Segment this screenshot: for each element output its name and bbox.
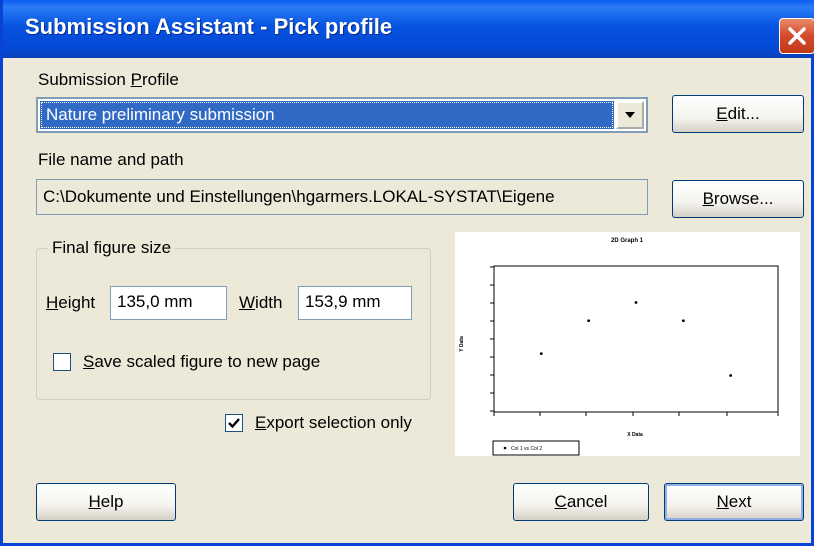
next-button[interactable]: Next	[664, 483, 804, 521]
data-point	[729, 374, 733, 377]
checkmark-icon	[228, 418, 240, 429]
file-path-label: File name and path	[38, 150, 184, 169]
close-icon	[788, 27, 806, 45]
submission-profile-label-text2: rofile	[141, 70, 179, 89]
export-selection-label-mnemonic: E	[255, 413, 267, 432]
height-label-text: eight	[58, 293, 96, 312]
y-ticks	[490, 266, 494, 412]
save-scaled-checkbox[interactable]	[53, 353, 71, 371]
data-point	[539, 352, 543, 355]
cancel-button-mnemonic: C	[554, 492, 567, 511]
height-label-mnemonic: H	[46, 293, 59, 312]
height-label: Height	[46, 293, 95, 313]
window-title: Submission Assistant - Pick profile	[25, 14, 393, 39]
plot-frame	[493, 265, 779, 413]
export-selection-label[interactable]: Export selection only	[255, 413, 412, 433]
file-path-field[interactable]: C:\Dokumente und Einstellungen\hgarmers.…	[36, 179, 648, 215]
width-label-text: idth	[255, 293, 283, 312]
height-input[interactable]: 135,0 mm	[110, 286, 227, 320]
x-axis-label: X Data	[627, 432, 643, 438]
help-button[interactable]: Help	[36, 483, 176, 521]
chevron-down-icon	[625, 112, 635, 118]
width-label: Width	[239, 293, 282, 313]
save-scaled-label-text: ave scaled figure to new page	[94, 352, 321, 371]
figure-preview: 2D Graph 1 X Data Y Data Col 1 vs Col 2	[455, 232, 800, 456]
close-button[interactable]	[779, 18, 814, 54]
next-button-label: ext	[728, 492, 752, 511]
submission-profile-label: Submission Profile	[38, 70, 179, 90]
next-button-mnemonic: N	[716, 492, 729, 511]
final-figure-size-group	[36, 248, 431, 400]
legend-marker	[503, 446, 507, 450]
help-button-mnemonic: H	[88, 492, 101, 511]
final-figure-size-title: Final figure size	[48, 238, 176, 258]
edit-button-mnemonic: E	[716, 104, 728, 123]
title-bar[interactable]: Submission Assistant - Pick profile	[3, 0, 814, 58]
browse-button-mnemonic: B	[702, 189, 714, 208]
submission-profile-label-text: Submission	[38, 70, 131, 89]
dialog-window: Submission Assistant - Pick profile Subm…	[0, 0, 814, 546]
export-selection-checkbox[interactable]	[225, 414, 243, 432]
dropdown-arrow-button[interactable]	[616, 101, 644, 129]
x-ticks	[493, 412, 779, 416]
edit-button[interactable]: Edit...	[672, 95, 804, 133]
width-input[interactable]: 153,9 mm	[298, 286, 412, 320]
help-button-label: elp	[100, 492, 124, 511]
export-selection-label-text: xport selection only	[266, 413, 412, 432]
edit-button-label: dit...	[727, 104, 760, 123]
data-point	[681, 319, 685, 323]
save-scaled-label-mnemonic: S	[83, 352, 95, 371]
data-point	[634, 301, 638, 304]
submission-profile-dropdown[interactable]: Nature preliminary submission	[36, 97, 648, 133]
save-scaled-label[interactable]: Save scaled figure to new page	[83, 352, 320, 372]
submission-profile-selected: Nature preliminary submission	[40, 101, 614, 129]
chart-title: 2D Graph 1	[611, 238, 644, 244]
cancel-button-label: ancel	[566, 492, 608, 511]
data-points	[539, 301, 733, 377]
y-axis-label: Y Data	[459, 336, 465, 352]
browse-button[interactable]: Browse...	[672, 180, 804, 218]
data-point	[587, 319, 591, 323]
browse-button-label: rowse...	[713, 189, 774, 208]
width-label-mnemonic: W	[239, 293, 256, 312]
preview-chart: 2D Graph 1 X Data Y Data Col 1 vs Col 2	[459, 238, 779, 456]
submission-profile-label-mnemonic: P	[130, 70, 142, 89]
legend-label: Col 1 vs Col 2	[511, 446, 542, 452]
cancel-button[interactable]: Cancel	[513, 483, 649, 521]
